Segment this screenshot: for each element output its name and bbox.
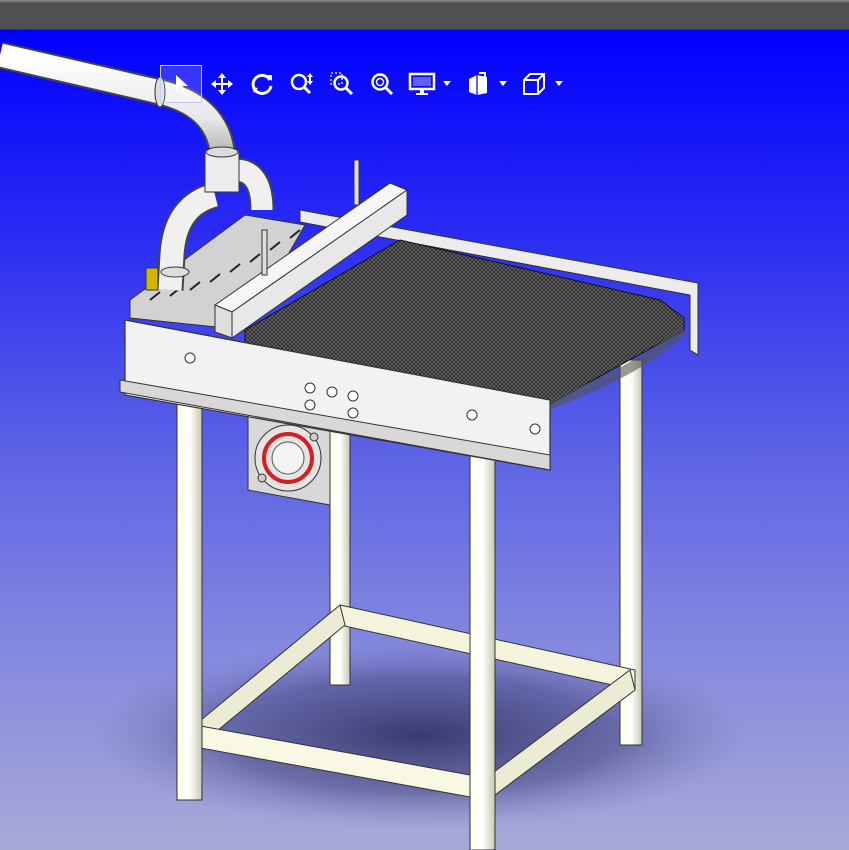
bearing-bolt xyxy=(309,432,319,442)
frame-bolt xyxy=(304,399,316,411)
zoom-area-icon xyxy=(329,71,355,97)
frame-bolt xyxy=(184,352,196,364)
rotate-button[interactable] xyxy=(242,65,282,103)
view-orientation-button[interactable] xyxy=(514,65,554,103)
front-left-leg[interactable] xyxy=(176,394,203,801)
3d-viewport[interactable] xyxy=(0,30,849,850)
back-left-leg[interactable] xyxy=(329,429,351,686)
section-view-dropdown-arrow[interactable] xyxy=(498,65,508,103)
conveyor-table-model[interactable] xyxy=(0,30,849,850)
valve-fitting[interactable] xyxy=(145,267,159,291)
chevron-down-icon xyxy=(499,81,507,87)
zoom-icon xyxy=(289,71,315,97)
section-view-button[interactable] xyxy=(458,65,498,103)
view-orientation-dropdown-arrow[interactable] xyxy=(554,65,564,103)
pan-icon xyxy=(210,72,234,96)
window-title-bar xyxy=(0,0,849,30)
frame-bolt xyxy=(347,390,359,402)
frame-bolt xyxy=(326,386,338,398)
pan-button[interactable] xyxy=(202,65,242,103)
frame-bolt xyxy=(304,382,316,394)
section-view-icon xyxy=(465,71,491,97)
adjust-rod[interactable] xyxy=(353,159,360,206)
display-mode-button[interactable] xyxy=(402,65,442,103)
chevron-down-icon xyxy=(443,81,451,87)
frame-bolt xyxy=(466,409,478,421)
select-arrow-icon xyxy=(170,73,192,95)
chevron-down-icon xyxy=(555,81,563,87)
view-toolbar xyxy=(160,65,570,103)
zoom-fit-icon xyxy=(369,71,395,97)
cube-icon xyxy=(521,71,547,97)
pipe-clamp xyxy=(160,266,190,278)
rotate-icon xyxy=(249,71,275,97)
title-bar-highlight xyxy=(0,0,849,3)
bearing-bolt xyxy=(257,473,267,483)
monitor-icon xyxy=(408,72,436,96)
zoom-fit-button[interactable] xyxy=(362,65,402,103)
frame-bolt xyxy=(347,407,359,419)
cad-application-window xyxy=(0,0,849,850)
zoom-button[interactable] xyxy=(282,65,322,103)
front-right-leg[interactable] xyxy=(469,454,496,850)
zoom-area-button[interactable] xyxy=(322,65,362,103)
display-mode-dropdown-arrow[interactable] xyxy=(442,65,452,103)
frame-bolt xyxy=(529,423,541,435)
select-button[interactable] xyxy=(160,65,202,103)
adjust-rod[interactable] xyxy=(261,229,268,276)
pipe-clamp xyxy=(205,146,239,158)
bearing-hub xyxy=(271,441,305,475)
